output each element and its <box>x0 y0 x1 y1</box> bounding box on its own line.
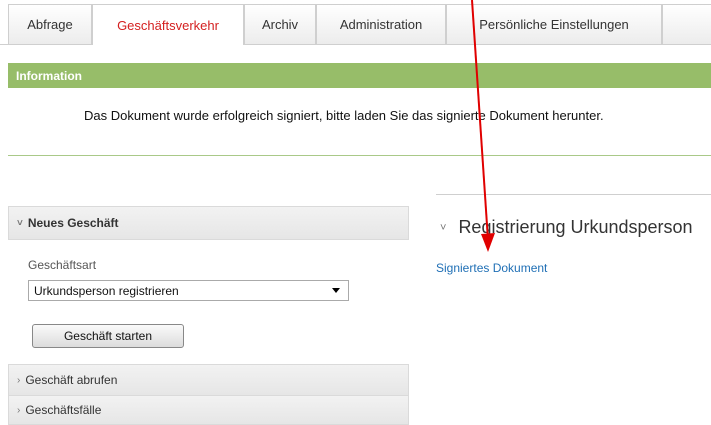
geschaeft-starten-button[interactable]: Geschäft starten <box>32 324 184 348</box>
registrierung-title-text: Registrierung Urkundsperson <box>458 217 693 237</box>
information-message: Das Dokument wurde erfolgreich signiert,… <box>84 108 604 123</box>
signiertes-dokument-link[interactable]: Signiertes Dokument <box>436 261 547 275</box>
geschaeftsart-selected-value: Urkundsperson registrieren <box>34 283 179 298</box>
geschaeftsfaelle-header[interactable]: › Geschäftsfälle <box>8 395 409 425</box>
chevron-down-icon: ˅ <box>17 217 23 229</box>
tab-bar-filler <box>662 4 711 44</box>
geschaeftsart-label: Geschäftsart <box>28 258 97 272</box>
geschaeftsart-select[interactable]: Urkundsperson registrieren <box>28 280 349 301</box>
chevron-right-icon: › <box>17 374 21 386</box>
tab-persoenliche-einstellungen[interactable]: Persönliche Einstellungen <box>446 4 662 44</box>
neues-geschaeft-header[interactable]: ˅ Neues Geschäft <box>8 206 409 240</box>
information-divider <box>8 155 711 156</box>
main-tab-bar: Abfrage Geschäftsverkehr Archiv Administ… <box>0 0 711 46</box>
chevron-right-icon: › <box>17 404 21 416</box>
registrierung-urkundsperson-title[interactable]: ˅ Registrierung Urkundsperson <box>440 217 693 238</box>
dropdown-arrow-icon <box>332 288 340 293</box>
geschaeft-abrufen-label: Geschäft abrufen <box>25 373 118 387</box>
tab-archiv[interactable]: Archiv <box>244 4 316 44</box>
geschaeftsfaelle-label: Geschäftsfälle <box>25 403 102 417</box>
right-panel-divider <box>436 194 711 195</box>
tab-geschaeftsverkehr[interactable]: Geschäftsverkehr <box>92 4 244 45</box>
information-header: Information <box>8 63 711 88</box>
tab-abfrage[interactable]: Abfrage <box>8 4 92 44</box>
chevron-down-icon: ˅ <box>440 221 447 234</box>
geschaeft-abrufen-header[interactable]: › Geschäft abrufen <box>8 364 409 396</box>
neues-geschaeft-label: Neues Geschäft <box>27 216 119 230</box>
tab-administration[interactable]: Administration <box>316 4 446 44</box>
